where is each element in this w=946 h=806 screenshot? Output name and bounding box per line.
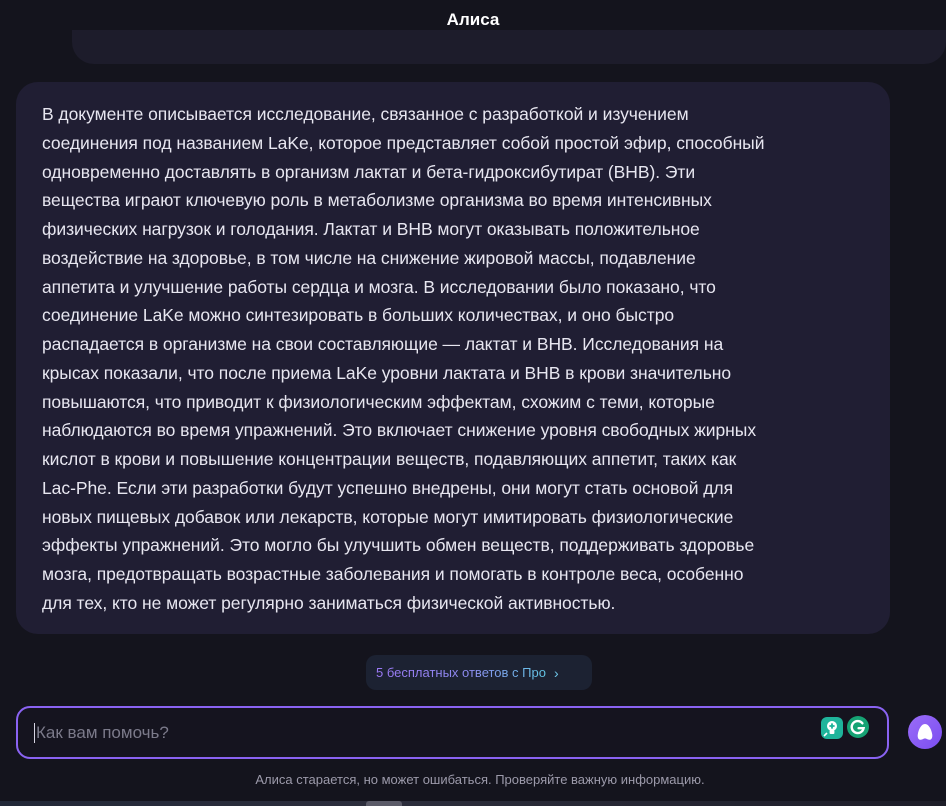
message-text: В документе описывается исследование, св… <box>42 100 866 618</box>
message-line: Lac-Phe. Если эти разработки будут успеш… <box>42 477 733 498</box>
message-line: физических нагрузок и голодания. Лактат … <box>42 219 700 239</box>
disclaimer-text: Алиса старается, но может ошибаться. Про… <box>255 772 705 787</box>
pro-offer-button[interactable]: 5 бесплатных ответов с Про › <box>366 655 592 690</box>
message-line: соединения под названием LaKe, которое п… <box>42 132 765 153</box>
message-line: аппетита и улучшение работы сердца и моз… <box>42 276 716 297</box>
bottom-strip <box>0 801 946 806</box>
message-line: соединение LaKe можно синтезировать в бо… <box>42 305 675 326</box>
message-line: кислот в крови и повышение концентрации … <box>42 449 737 469</box>
alice-icon <box>917 724 933 740</box>
message-line: распадается в организме на свои составля… <box>42 334 724 354</box>
message-line: эффекты упражнений. Это могло бы улучшит… <box>42 535 755 556</box>
chevron-right-icon: › <box>553 664 559 681</box>
message-line: крысах показали, что после приема LaKe у… <box>42 362 732 383</box>
grammarly-g-icon[interactable] <box>847 716 869 738</box>
prompt-input[interactable] <box>36 718 806 748</box>
message-line: наблюдаются во время упражнений. Это вкл… <box>42 420 757 441</box>
scroll-handle[interactable] <box>366 801 402 806</box>
message-line: В документе описывается исследование, св… <box>42 104 689 124</box>
message-line: для тех, кто не может регулярно занимать… <box>42 592 616 613</box>
alice-assistant-button[interactable] <box>908 715 942 749</box>
text-caret <box>34 723 35 743</box>
pro-offer-label: 5 бесплатных ответов с Про <box>376 665 546 680</box>
prompt-input-box[interactable] <box>16 706 889 759</box>
message-line: повышаются, что приводит к физиологическ… <box>42 391 715 412</box>
message-line: новых пищевых добавок или лекарств, кото… <box>42 506 734 527</box>
previous-message-bubble <box>72 30 946 64</box>
chat-title: Алиса <box>446 10 500 29</box>
message-line: вещества играют ключевую роль в метаболи… <box>42 190 712 211</box>
message-line: воздействие на здоровье, в том числе на … <box>42 247 696 268</box>
lightbulb-plus-icon[interactable] <box>821 717 843 739</box>
message-line: одновременно доставлять в организм лакта… <box>42 161 696 182</box>
message-line: мозга, предотвращать возрастные заболева… <box>42 564 744 584</box>
assistant-message: В документе описывается исследование, св… <box>16 82 890 634</box>
